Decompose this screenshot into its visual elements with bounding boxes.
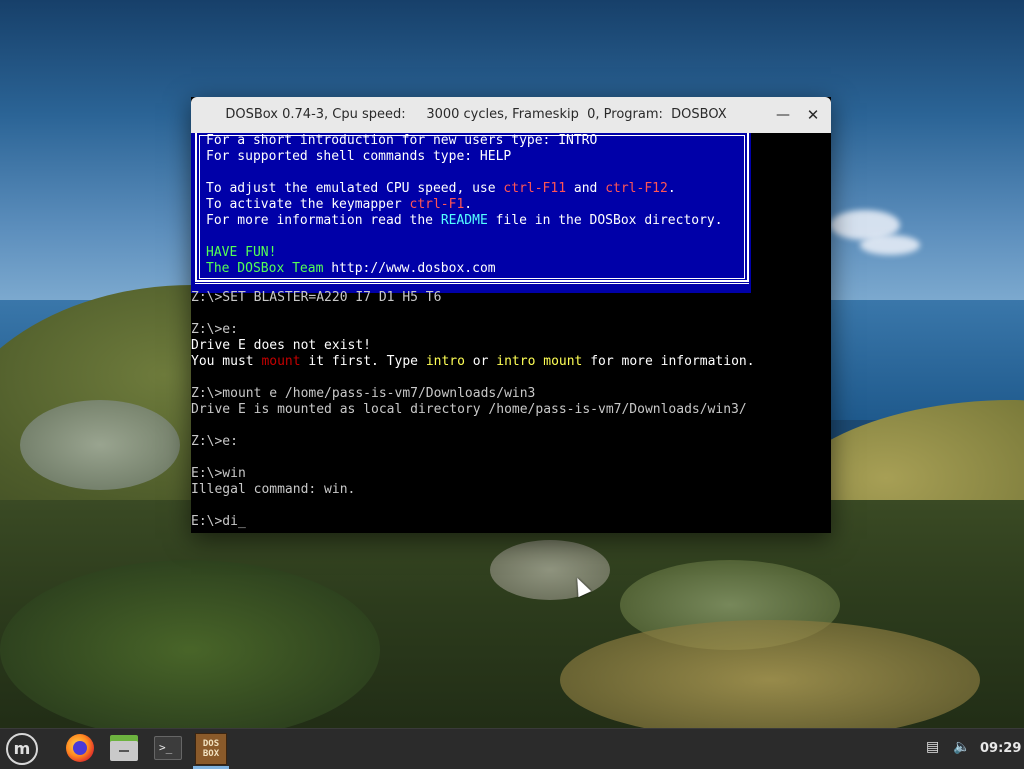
console-text: mount [261, 354, 301, 369]
console-line: You must mount it first. Type intro or i… [191, 354, 831, 370]
banner-text: HAVE FUN! [206, 245, 277, 260]
console-text: Z:\>e: [191, 434, 238, 449]
banner-text: README [440, 213, 488, 228]
banner-line: For supported shell commands type: HELP [206, 149, 723, 165]
banner-text: For more information read the [206, 213, 441, 228]
banner-text: . [464, 197, 473, 212]
wallpaper-grass [560, 620, 980, 740]
dosbox-icon-label: DOS [202, 739, 220, 749]
console-line: Drive E is mounted as local directory /h… [191, 402, 831, 418]
window-title: DOSBox 0.74-3, Cpu speed: 3000 cycles, F… [225, 107, 727, 122]
command-prompt: E:\>di [191, 514, 238, 529]
welcome-banner: For a short introduction for new users t… [191, 133, 751, 293]
taskbar-app-firefox[interactable] [60, 729, 100, 769]
console-line: Z:\>SET BLASTER=A220 I7 D1 H5 T6 [191, 290, 831, 306]
banner-text: ctrl-F11 [503, 181, 567, 196]
taskbar: m >_ DOS BOX ▤ 🔈 09:29 [0, 728, 1024, 769]
command-prompt-line[interactable]: E:\>di_ [191, 514, 831, 530]
banner-text: http://www.dosbox.com [331, 261, 496, 276]
wallpaper-bush [490, 540, 610, 600]
firefox-icon [66, 734, 94, 762]
console-line: Drive E does not exist! [191, 338, 831, 354]
console-text: intro mount [496, 354, 583, 369]
banner-line: The DOSBox Team http://www.dosbox.com [206, 261, 723, 277]
console-text: Drive E does not exist! [191, 338, 372, 353]
window-titlebar[interactable]: DOSBox 0.74-3, Cpu speed: 3000 cycles, F… [191, 97, 831, 133]
console-text: it first. Type [300, 354, 426, 369]
banner-text: The DOSBox Team [206, 261, 332, 276]
banner-text: To adjust the emulated CPU speed, use [206, 181, 504, 196]
console-text: Drive E is mounted as local directory /h… [191, 402, 747, 417]
terminal-icon: >_ [154, 736, 182, 760]
banner-line [206, 165, 723, 181]
banner-line: To adjust the emulated CPU speed, use ct… [206, 181, 723, 197]
console-line: Z:\>e: [191, 322, 831, 338]
dosbox-icon-label: BOX [202, 749, 220, 759]
banner-line: HAVE FUN! [206, 245, 723, 261]
banner-text: For a short introduction for new users t… [206, 133, 723, 277]
banner-frame-bottom [195, 280, 749, 284]
wallpaper-cloud [860, 235, 920, 255]
console-text: Z:\>SET BLASTER=A220 I7 D1 H5 T6 [191, 290, 442, 305]
banner-line: To activate the keymapper ctrl-F1. [206, 197, 723, 213]
close-button[interactable]: ✕ [803, 105, 823, 125]
wallpaper-bush [0, 560, 380, 740]
banner-text: . [667, 181, 676, 196]
console-text: Z:\>e: [191, 322, 238, 337]
banner-text: ctrl-F1 [409, 197, 465, 212]
wallpaper-bush [20, 400, 180, 490]
dosbox-icon: DOS BOX [195, 733, 227, 765]
console-text: for more information. [582, 354, 755, 369]
dosbox-window[interactable]: DOSBox 0.74-3, Cpu speed: 3000 cycles, F… [191, 97, 831, 533]
taskbar-app-dosbox[interactable]: DOS BOX [191, 729, 231, 769]
banner-text: and [566, 181, 606, 196]
banner-line [206, 229, 723, 245]
banner-line: For a short introduction for new users t… [206, 133, 723, 149]
console-text: E:\>win [191, 466, 246, 481]
dos-screen[interactable]: For a short introduction for new users t… [191, 133, 831, 533]
taskbar-app-files[interactable] [102, 729, 142, 769]
console-text: You must [191, 354, 262, 369]
console-line: Illegal command: win. [191, 482, 831, 498]
banner-text: For a short introduction for new users t… [206, 133, 598, 148]
console-text: or [464, 354, 497, 369]
console-text: Illegal command: win. [191, 482, 356, 497]
console-line: E:\>win [191, 466, 831, 482]
banner-text: To activate the keymapper [206, 197, 410, 212]
console-line: Z:\>e: [191, 434, 831, 450]
banner-text: For supported shell commands type: HELP [206, 149, 512, 164]
minimize-button[interactable]: — [773, 105, 793, 125]
mint-menu-icon[interactable]: m [6, 733, 38, 765]
console-text: Z:\>mount e /home/pass-is-vm7/Downloads/… [191, 386, 536, 401]
console-text: intro [425, 354, 465, 369]
banner-text: ctrl-F12 [605, 181, 668, 196]
console-line: Z:\>mount e /home/pass-is-vm7/Downloads/… [191, 386, 831, 402]
console-output: Z:\>SET BLASTER=A220 I7 D1 H5 T6 Z:\>e: Dr… [191, 290, 831, 530]
clock[interactable]: 09:29 [980, 729, 1021, 769]
taskbar-app-terminal[interactable]: >_ [148, 729, 188, 769]
banner-line: For more information read the README fil… [206, 213, 723, 229]
text-cursor: _ [237, 514, 246, 529]
files-icon [110, 735, 138, 761]
volume-icon[interactable]: 🔈 [953, 739, 970, 755]
banner-text: file in the DOSBox directory. [487, 213, 723, 228]
network-icon[interactable]: ▤ [926, 739, 939, 755]
